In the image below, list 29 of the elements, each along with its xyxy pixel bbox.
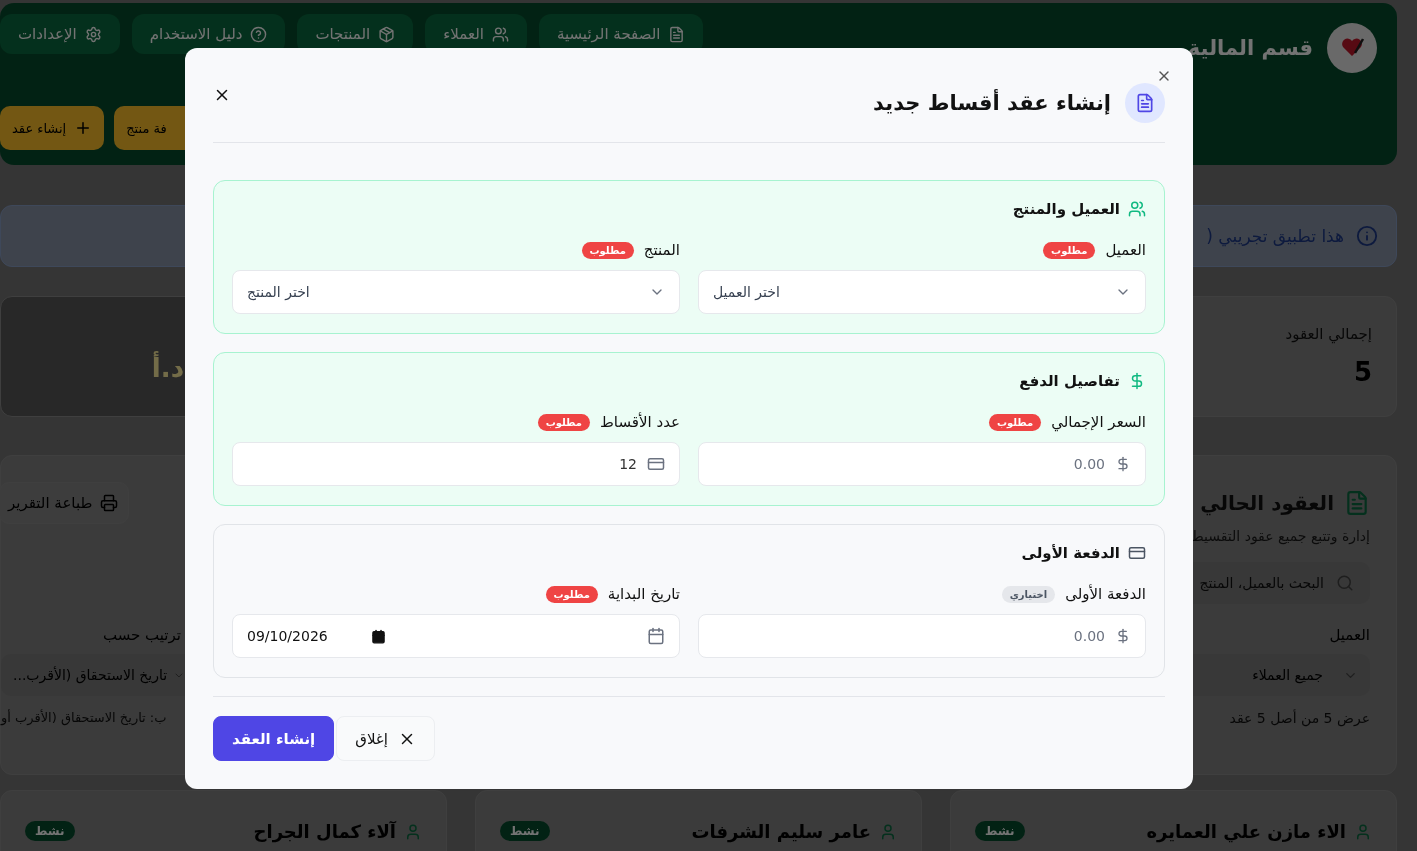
status-badge: نشط <box>500 821 550 841</box>
required-badge: مطلوب <box>581 241 634 259</box>
dialog-title: إنشاء عقد أقساط جديد <box>873 91 1111 115</box>
customer-name: عامر سليم الشرفات <box>691 821 871 842</box>
status-badge: نشط <box>25 821 75 841</box>
filter-label: العميل <box>1328 626 1370 644</box>
section-title: العميل والمنتج <box>1012 200 1120 218</box>
stat-value: د.أ <box>151 353 184 383</box>
customer-name: الاء مازن علي العمايره <box>1146 821 1346 842</box>
field-label: العميل <box>1105 241 1146 259</box>
status-badge: نشط <box>975 821 1025 841</box>
required-badge: مطلوب <box>537 413 590 431</box>
field-label: تاريخ البداية <box>607 585 680 603</box>
customer-name: آلاء كمال الجراح <box>253 821 396 842</box>
field-label: عدد الأقساط <box>600 413 680 431</box>
field-label: السعر الإجمالي <box>1051 413 1146 431</box>
section-title: الدفعة الأولى <box>1021 544 1120 562</box>
field-label: المنتج <box>643 241 680 259</box>
required-badge: مطلوب <box>988 413 1042 431</box>
select-placeholder: اختر المنتج <box>247 284 310 300</box>
stat-value: 5 <box>1353 357 1372 387</box>
optional-badge: اختياري <box>1001 585 1056 603</box>
required-badge: مطلوب <box>545 585 598 603</box>
select-placeholder: اختر العميل <box>713 284 780 300</box>
app-title: قسم المالية <box>1187 36 1313 60</box>
field-label: الدفعة الأولى <box>1065 585 1146 603</box>
required-badge: مطلوب <box>1043 241 1096 259</box>
filter-label: ترتيب حسب <box>101 626 182 644</box>
section-title: تفاصيل الدفع <box>1019 372 1120 390</box>
